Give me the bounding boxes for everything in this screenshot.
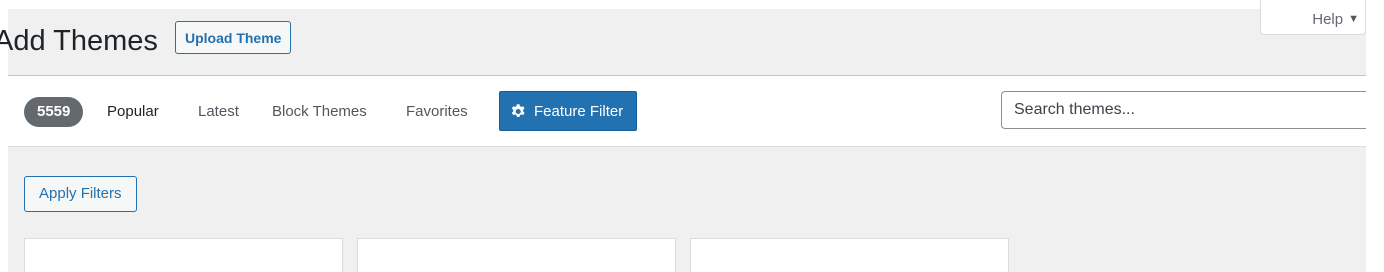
search-themes-input[interactable] [1001,91,1366,129]
gear-icon [511,103,525,117]
page-title: Add Themes [0,25,158,57]
apply-filters-button[interactable]: Apply Filters [24,176,137,212]
feature-filter-label: Feature Filter [534,102,624,120]
help-tab[interactable]: Help ▼ [1260,0,1366,35]
main-content: Add Themes Upload Theme Help ▼ 5559 Popu… [0,0,1366,272]
theme-card[interactable] [24,238,343,272]
tab-block-themes[interactable]: Block Themes [272,103,367,120]
right-edge [1366,0,1384,272]
theme-install-screen: Add Themes Upload Theme Help ▼ 5559 Popu… [0,0,1384,272]
theme-card[interactable] [690,238,1009,272]
top-edge [0,0,1384,9]
tab-latest[interactable]: Latest [198,103,239,120]
tab-popular[interactable]: Popular [107,103,159,120]
upload-theme-button[interactable]: Upload Theme [175,21,292,54]
filter-bar: 5559 Popular Latest Block Themes Favorit… [8,75,1366,147]
theme-count-badge: 5559 [24,97,84,127]
theme-card[interactable] [357,238,676,272]
feature-filter-button[interactable]: Feature Filter [499,91,638,131]
tab-favorites[interactable]: Favorites [406,103,468,120]
help-label: Help [1312,10,1344,28]
caret-down-icon: ▼ [1348,13,1359,25]
